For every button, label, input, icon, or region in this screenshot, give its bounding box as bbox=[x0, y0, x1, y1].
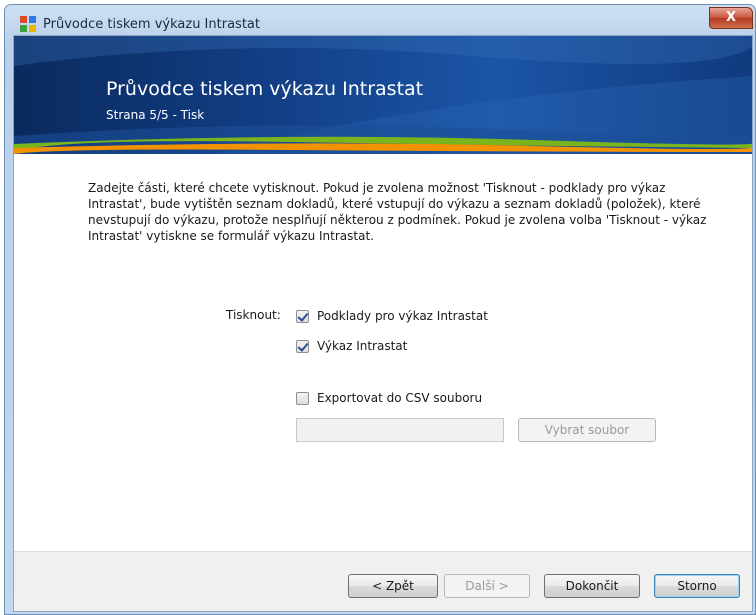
cancel-button[interactable]: Storno bbox=[654, 574, 740, 598]
finish-button[interactable]: Dokončit bbox=[544, 574, 640, 598]
banner-title: Průvodce tiskem výkazu Intrastat bbox=[106, 78, 424, 100]
csv-file-path-input[interactable] bbox=[296, 418, 504, 442]
select-file-button[interactable]: Vybrat soubor bbox=[518, 418, 656, 442]
wizard-client-area: Průvodce tiskem výkazu Intrastat Strana … bbox=[13, 35, 753, 612]
close-button[interactable]: X bbox=[709, 7, 753, 29]
wizard-footer: < Zpět Další > Dokončit Storno bbox=[14, 551, 752, 611]
checkbox-vykaz[interactable]: Výkaz Intrastat bbox=[296, 338, 407, 354]
checkbox-vykaz-label: Výkaz Intrastat bbox=[317, 339, 408, 353]
banner-subtitle: Strana 5/5 - Tisk bbox=[106, 108, 205, 122]
next-button[interactable]: Další > bbox=[444, 574, 530, 598]
back-button[interactable]: < Zpět bbox=[348, 574, 438, 598]
instructions-text: Zadejte části, které chcete vytisknout. … bbox=[88, 181, 707, 243]
header-banner: Průvodce tiskem výkazu Intrastat Strana … bbox=[14, 36, 752, 154]
checkbox-vykaz-box[interactable] bbox=[296, 339, 309, 353]
checkbox-export-csv-box[interactable] bbox=[296, 391, 309, 405]
checkbox-export-csv-label: Exportovat do CSV souboru bbox=[317, 391, 483, 405]
checkbox-podklady-box[interactable] bbox=[296, 309, 309, 323]
checkbox-podklady-label: Podklady pro výkaz Intrastat bbox=[317, 309, 488, 323]
print-label: Tisknout: bbox=[226, 308, 281, 322]
window-title: Průvodce tiskem výkazu Intrastat bbox=[43, 17, 260, 32]
close-icon: X bbox=[725, 10, 737, 25]
wizard-window: Průvodce tiskem výkazu Intrastat X Průvo… bbox=[4, 4, 756, 615]
checkbox-podklady[interactable]: Podklady pro výkaz Intrastat bbox=[296, 308, 488, 324]
app-icon bbox=[20, 16, 36, 32]
checkbox-export-csv[interactable]: Exportovat do CSV souboru bbox=[296, 390, 482, 406]
page-content: Zadejte části, které chcete vytisknout. … bbox=[14, 156, 752, 551]
